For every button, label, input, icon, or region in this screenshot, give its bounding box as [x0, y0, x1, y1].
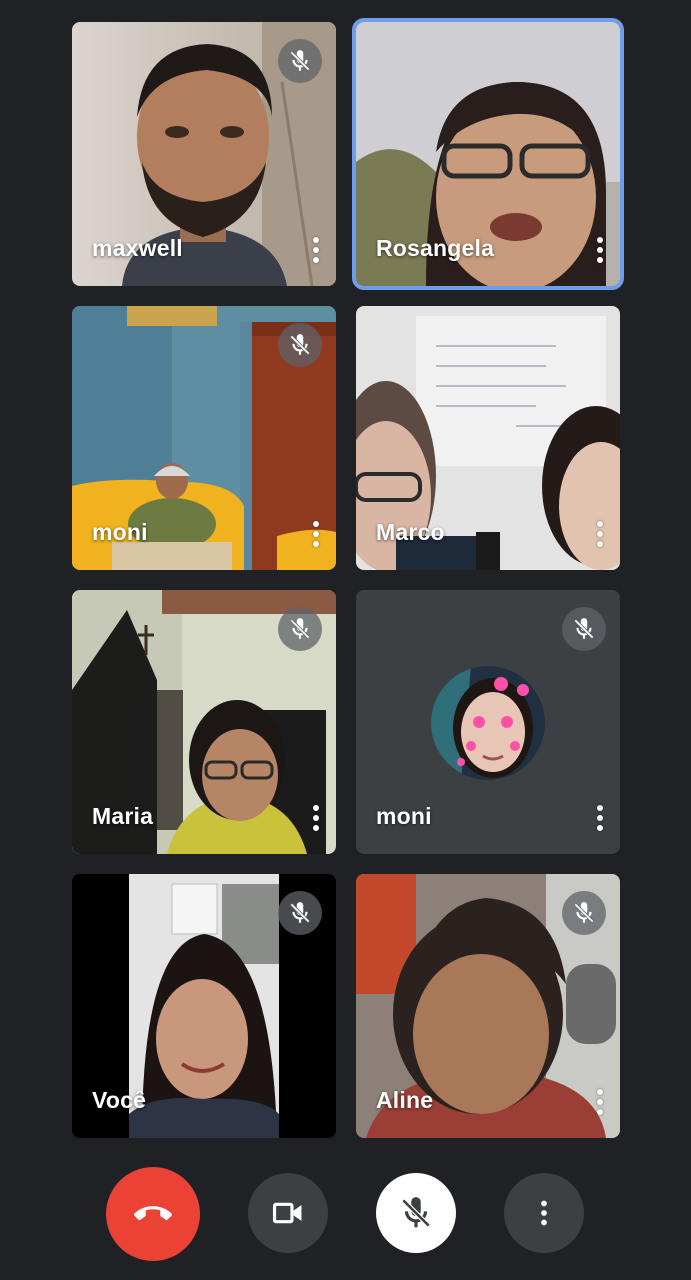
mic-off-icon	[278, 891, 322, 935]
participant-name: moni	[92, 519, 148, 545]
mic-off-icon	[562, 891, 606, 935]
mic-off-icon	[278, 607, 322, 651]
participant-tile[interactable]: Aline	[356, 874, 620, 1138]
mic-off-icon	[278, 39, 322, 83]
participant-name: maxwell	[92, 235, 183, 261]
participant-tile[interactable]: moni	[356, 590, 620, 854]
participant-name: Maria	[92, 803, 154, 829]
participant-name: moni	[376, 803, 432, 829]
participant-name: Marco	[376, 519, 445, 545]
participant-tile[interactable]: Marco	[356, 306, 620, 570]
mic-off-icon	[562, 607, 606, 651]
more-vert-icon	[541, 1200, 547, 1226]
mic-off-icon	[278, 323, 322, 367]
mic-off-icon	[401, 1197, 431, 1228]
camera-toggle-button[interactable]	[248, 1173, 328, 1253]
call-controls-bar	[0, 1150, 691, 1280]
more-options-icon[interactable]	[592, 516, 608, 552]
participant-grid: maxwell Rosangela moni Marco Maria moni …	[0, 0, 691, 1150]
participant-tile[interactable]: Maria	[72, 590, 336, 854]
more-options-button[interactable]	[504, 1173, 584, 1253]
videocam-icon	[272, 1202, 302, 1224]
participant-tile[interactable]: Você	[72, 874, 336, 1138]
end-call-button[interactable]	[106, 1167, 200, 1261]
participant-tile[interactable]: Rosangela	[356, 22, 620, 286]
participant-name: Aline	[376, 1087, 434, 1113]
participant-tile[interactable]: moni	[72, 306, 336, 570]
more-options-icon[interactable]	[592, 1084, 608, 1120]
participant-name: Rosangela	[376, 235, 495, 261]
more-options-icon[interactable]	[308, 800, 324, 836]
avatar	[431, 666, 545, 780]
phone-hangup-icon	[134, 1206, 172, 1221]
microphone-toggle-button[interactable]	[376, 1173, 456, 1253]
participant-tile[interactable]: maxwell	[72, 22, 336, 286]
more-options-icon[interactable]	[308, 232, 324, 268]
more-options-icon[interactable]	[308, 516, 324, 552]
more-options-icon[interactable]	[592, 800, 608, 836]
more-options-icon[interactable]	[592, 232, 608, 268]
participant-name: Você	[92, 1087, 147, 1113]
